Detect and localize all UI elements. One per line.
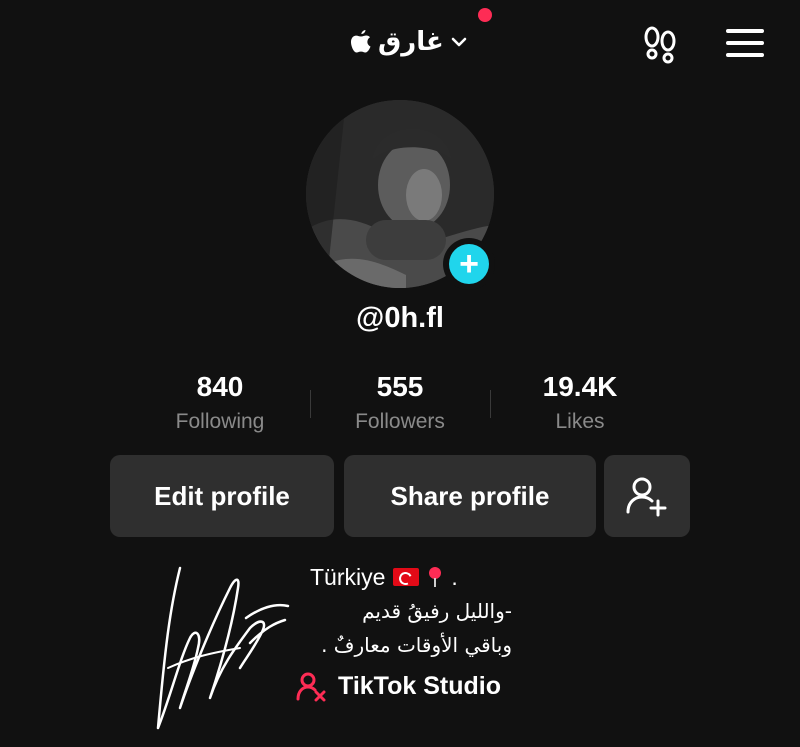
notification-dot: [478, 8, 492, 22]
profile-handle: @0h.fl: [356, 302, 444, 334]
edit-profile-button[interactable]: Edit profile: [110, 455, 334, 537]
plus-icon: +: [449, 244, 489, 284]
stats-divider: [310, 390, 311, 418]
add-avatar-button[interactable]: +: [443, 238, 495, 290]
share-profile-button[interactable]: Share profile: [344, 455, 596, 537]
stat-label: Following: [175, 410, 265, 433]
bio-location-line: Türkiye .: [310, 560, 536, 594]
chevron-down-icon: [451, 37, 467, 47]
bio-location-suffix: .: [451, 563, 458, 590]
stat-followers[interactable]: 555 Followers: [310, 368, 490, 448]
add-friend-button[interactable]: [604, 455, 690, 537]
stat-value: 555: [376, 371, 424, 402]
stat-value: 19.4K: [542, 371, 618, 402]
account-username: غارق: [378, 27, 444, 57]
top-bar: غارق: [0, 0, 800, 90]
tiktok-studio-link[interactable]: TikTok Studio: [296, 666, 536, 706]
bio-line-2: -والليل رفيقُ قديم: [362, 599, 512, 623]
account-switcher[interactable]: غارق: [350, 22, 468, 62]
bio-location: Türkiye: [310, 563, 386, 590]
stats-divider: [490, 390, 491, 418]
stat-value: 840: [196, 371, 244, 402]
bio-line-3: وباقي الأوقات معارفٌ .: [321, 633, 512, 657]
menu-icon[interactable]: [724, 26, 766, 60]
stats-row: 840 Following 555 Followers 19.4K Likes: [130, 368, 670, 448]
tiktok-studio-label: TikTok Studio: [338, 671, 501, 700]
signature-image: [156, 566, 290, 730]
stat-following[interactable]: 840 Following: [130, 368, 310, 448]
footprint-icon[interactable]: [640, 24, 680, 64]
stat-likes[interactable]: 19.4K Likes: [490, 368, 670, 448]
stat-label: Likes: [555, 410, 605, 433]
creator-icon: [296, 672, 326, 702]
pin-icon: [429, 567, 442, 587]
turkey-flag-icon: [393, 568, 420, 586]
apple-icon: [351, 30, 371, 53]
add-user-icon: [626, 477, 667, 517]
stat-label: Followers: [355, 410, 445, 433]
bio: Türkiye . -والليل رفيقُ قديم وباقي الأوق…: [296, 560, 536, 706]
